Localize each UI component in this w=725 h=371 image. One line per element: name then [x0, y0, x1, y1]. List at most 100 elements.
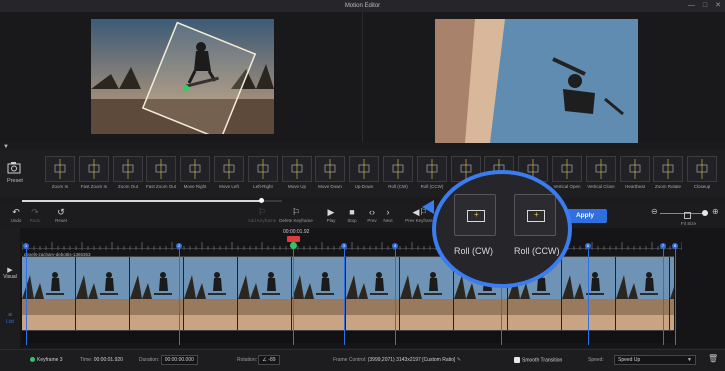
- speed-label: Speed:: [588, 357, 604, 363]
- effect-label: Closeup: [693, 184, 711, 189]
- effect-label: Zoom In: [51, 184, 69, 189]
- video-frame: [616, 257, 670, 330]
- delete-keyframe-label: Delete Keyframe: [279, 218, 313, 223]
- keyframe-line: [344, 249, 345, 345]
- delete-keyframe-icon: ⚐: [291, 207, 301, 217]
- roll-cw-label: Roll (CW): [454, 246, 493, 256]
- effect-tile[interactable]: Vertical Open: [552, 156, 582, 194]
- smooth-transition-checkbox[interactable]: [514, 357, 520, 363]
- duration-field: Duration: 00:00:00.000: [139, 355, 198, 365]
- callout-magnifier: Roll (CW) Roll (CCW): [432, 170, 572, 288]
- effect-tile[interactable]: Fast Zoom Out: [146, 156, 176, 194]
- effect-tile[interactable]: Heartbeat: [620, 156, 650, 194]
- roll-ccw-card[interactable]: [514, 194, 556, 236]
- source-preview[interactable]: [91, 19, 274, 134]
- effect-thumbnail: [113, 156, 143, 182]
- effect-tile[interactable]: Zoom Out: [113, 156, 143, 194]
- rotation-value: -89: [268, 357, 276, 363]
- smooth-transition-toggle[interactable]: Smooth Transition: [514, 357, 562, 363]
- keyframe-line: [179, 249, 180, 345]
- next-icon: ›: [386, 207, 390, 217]
- effect-tile[interactable]: Zoom In: [45, 156, 75, 194]
- video-frame: [238, 257, 292, 330]
- effect-tile[interactable]: Roll (CCW): [417, 156, 447, 194]
- keyframe-indicator: Keyframe 3: [30, 357, 63, 363]
- effect-tile[interactable]: Left-Right: [248, 156, 278, 194]
- roll-cw-card[interactable]: [454, 194, 496, 236]
- keyframe-line: [675, 249, 676, 345]
- reset-icon: ↺: [57, 207, 65, 217]
- preset-button[interactable]: Preset: [3, 160, 27, 184]
- zoom-slider-handle[interactable]: [702, 210, 708, 216]
- close-icon[interactable]: ✕: [715, 0, 721, 12]
- roll-ccw-label: Roll (CCW): [514, 246, 560, 256]
- redo-icon: ↷: [31, 207, 39, 217]
- effect-tile[interactable]: Closeup: [687, 156, 717, 194]
- time-label: Time:: [80, 357, 93, 363]
- keyframe-line: [26, 249, 27, 345]
- effect-tile[interactable]: Move Down: [315, 156, 345, 194]
- effect-label: Vertical Open: [553, 184, 581, 189]
- nav-visual[interactable]: ▶ Visual: [0, 266, 20, 280]
- video-track[interactable]: [22, 256, 674, 331]
- add-keyframe-button[interactable]: ⚐ Add Keyframe: [247, 207, 277, 223]
- stop-label: Stop: [347, 218, 357, 223]
- current-keyframe-marker[interactable]: [290, 242, 297, 249]
- keyframe-name: Keyframe 3: [37, 357, 63, 363]
- effect-tile[interactable]: Move Left: [214, 156, 244, 194]
- video-frame: [184, 257, 238, 330]
- video-frame: [76, 257, 130, 330]
- effect-tile[interactable]: Vertical Close: [586, 156, 616, 194]
- preset-label: Preset: [7, 178, 23, 184]
- zoom-in-icon[interactable]: ⊕: [712, 207, 719, 216]
- effect-tile[interactable]: Move Right: [180, 156, 210, 194]
- list-icon: ≡: [7, 312, 13, 319]
- frame-control-value: (3999,2071) 3143x2197 [Custom Ratio]: [367, 357, 456, 363]
- effect-label: Zoom Out: [117, 184, 138, 189]
- duration-input[interactable]: 00:00:00.000: [160, 355, 198, 365]
- preview-area: [0, 12, 725, 143]
- frame-control-edit-icon[interactable]: ✎: [457, 357, 461, 363]
- video-frame: [292, 257, 346, 330]
- effect-tile[interactable]: Move Up: [282, 156, 312, 194]
- effect-thumbnail: [653, 156, 683, 182]
- trash-icon[interactable]: 🗑: [708, 354, 718, 363]
- effect-tile[interactable]: Fast Zoom In: [79, 156, 109, 194]
- video-frame: [400, 257, 454, 330]
- source-image: [91, 19, 274, 134]
- effect-label: Heartbeat: [625, 184, 645, 189]
- frame-control-label: Frame Control:: [333, 357, 367, 363]
- output-preview: [435, 19, 638, 143]
- minimize-icon[interactable]: —: [688, 0, 695, 12]
- effect-thumbnail: [383, 156, 413, 182]
- reset-label: Reset: [55, 218, 67, 223]
- zoom-out-icon[interactable]: ⊖: [651, 207, 658, 216]
- nav-list-label: List: [6, 319, 14, 325]
- reset-button[interactable]: ↺ Reset: [48, 207, 74, 223]
- effect-thumbnail: [45, 156, 75, 182]
- speed-select[interactable]: Speed Up ▼: [614, 355, 696, 365]
- next-button[interactable]: › Next: [375, 207, 401, 223]
- maximize-icon[interactable]: □: [703, 0, 707, 12]
- effect-tile[interactable]: Roll (CW): [383, 156, 413, 194]
- nav-list[interactable]: ≡ List: [0, 312, 20, 325]
- effect-label: Move Down: [318, 184, 342, 189]
- smooth-transition-label: Smooth Transition: [522, 357, 563, 364]
- time-value: 00:00:01.920: [93, 357, 123, 363]
- playhead-line[interactable]: [293, 240, 294, 345]
- keyframe-line: [395, 249, 396, 345]
- effect-tile[interactable]: Up-Down: [349, 156, 379, 194]
- delete-keyframe-button[interactable]: ⚐ Delete Keyframe: [279, 207, 313, 223]
- preview-divider: [362, 12, 363, 142]
- redo-button[interactable]: ↷ Redo: [22, 207, 48, 223]
- fit-size-icon[interactable]: [684, 212, 691, 219]
- effect-label: Fast Zoom Out: [146, 184, 177, 189]
- keyframe-dot-icon: [30, 357, 35, 363]
- add-keyframe-icon: ⚐: [257, 207, 267, 217]
- effect-thumbnail: [552, 156, 582, 182]
- timeline-ruler[interactable]: [21, 237, 683, 250]
- effect-label: Roll (CCW): [420, 184, 444, 189]
- effect-tile[interactable]: Zoom Rotate: [653, 156, 683, 194]
- effect-thumbnail: [349, 156, 379, 182]
- rotation-input[interactable]: ∠ -89: [258, 355, 280, 365]
